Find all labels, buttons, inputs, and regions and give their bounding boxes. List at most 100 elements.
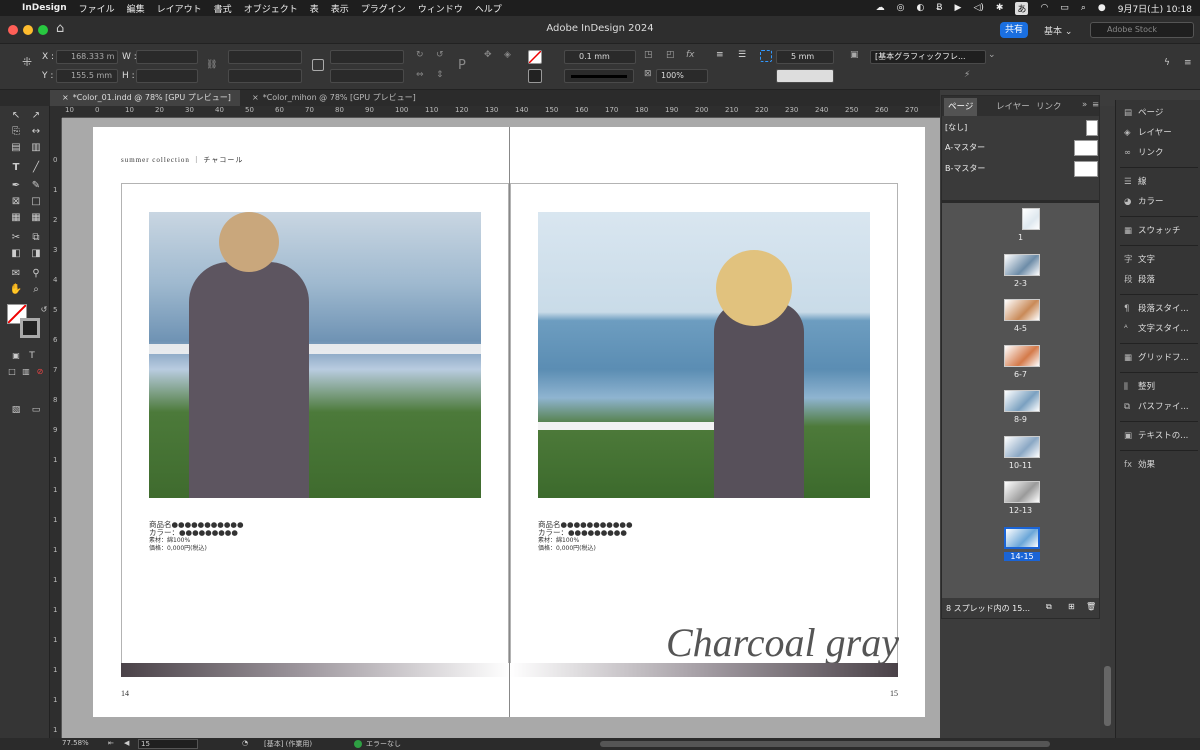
link-icon[interactable] — [312, 59, 324, 71]
spread-thumbnail[interactable] — [1004, 299, 1040, 321]
master-a[interactable]: A-マスター — [945, 142, 985, 153]
document-canvas[interactable]: summer collection ｜ チャコール 商品名●●●●●●●●●●●… — [62, 118, 940, 738]
gap-tool-icon[interactable]: ↔ — [28, 124, 44, 140]
menu-plugins[interactable]: プラグイン — [361, 2, 406, 15]
lightning-icon[interactable]: ϟ — [1164, 58, 1170, 68]
clock[interactable]: 9月7日(土) 10:18 — [1118, 2, 1192, 15]
align-icon[interactable]: ☰ — [738, 50, 746, 60]
menu-table[interactable]: 表 — [310, 2, 319, 15]
object-style-icon[interactable]: ▣ — [850, 50, 859, 60]
share-button[interactable]: 共有 — [1000, 22, 1028, 38]
dock-item-character-styles[interactable]: ᴬ 文字スタイ... — [1124, 322, 1189, 334]
panel-menu-icon[interactable]: ≡ — [1092, 100, 1099, 110]
dock-item-color[interactable]: ◕ カラー — [1124, 195, 1164, 207]
page-15[interactable]: 商品名●●●●●●●●●●● カラー：●●●●●●●●● 素材：綿100% 価格… — [509, 127, 925, 717]
gradient-feather-tool-icon[interactable]: ◨ — [28, 246, 44, 262]
dock-item-pages[interactable]: ▤ ページ — [1124, 106, 1163, 118]
tab-pages[interactable]: ページ — [944, 98, 978, 116]
select-content-icon[interactable]: ◈ — [504, 50, 511, 60]
rectangle-frame-tool-icon[interactable]: ⊠ — [8, 194, 24, 210]
siri-icon[interactable]: ● — [1098, 3, 1106, 13]
scroll-thumb[interactable] — [1104, 666, 1111, 726]
type-tool-icon[interactable]: T — [8, 160, 24, 176]
dock-item-paragraph-styles[interactable]: ¶ 段落スタイ... — [1124, 302, 1189, 314]
preflight-status[interactable]: エラーなし — [366, 739, 401, 749]
master-b[interactable]: B-マスター — [945, 163, 985, 174]
object-style-select[interactable]: [基本グラフィックフレ... — [870, 50, 986, 64]
rotate-cw-icon[interactable]: ↻ — [416, 50, 424, 60]
master-a-thumb[interactable] — [1074, 140, 1098, 156]
spread-1[interactable]: 1 — [942, 208, 1099, 250]
spread-2-3[interactable]: 2-3 — [942, 253, 1099, 296]
formatting-text-icon[interactable]: T — [24, 348, 40, 364]
rotation-input[interactable] — [330, 50, 404, 64]
ruler-origin[interactable] — [50, 106, 62, 118]
stroke-type-select[interactable] — [564, 69, 634, 83]
scale-x-input[interactable] — [228, 50, 302, 64]
menu-view[interactable]: 表示 — [331, 2, 349, 15]
shadow-icon[interactable]: ◰ — [666, 50, 675, 60]
spread-12-13[interactable]: 12-13 — [942, 481, 1099, 523]
frame-fitting-select[interactable] — [776, 69, 834, 83]
menu-object[interactable]: オブジェクト — [244, 2, 298, 15]
text-wrap-icon[interactable]: ≡ — [716, 50, 724, 60]
eyedropper-tool-icon[interactable]: ⚲ — [28, 266, 44, 282]
master-none[interactable]: [なし] — [945, 122, 967, 133]
fill-swatch[interactable] — [528, 50, 542, 64]
zoom-tool-icon[interactable]: ⌕ — [28, 282, 44, 298]
dock-item-grid-format[interactable]: ▦ グリッドフ... — [1124, 351, 1189, 363]
cloud-icon[interactable]: ☁ — [876, 3, 885, 13]
screen-mode-icon[interactable]: ▧ — [8, 402, 24, 418]
line-tool-icon[interactable]: ╱ — [28, 160, 44, 176]
dock-item-text-wrap[interactable]: ▣ テキストの... — [1124, 429, 1188, 441]
pencil-tool-icon[interactable]: ✎ — [28, 178, 44, 194]
wifi-icon[interactable]: ◠ — [1040, 3, 1048, 13]
flip-vertical-icon[interactable]: ⇕ — [436, 70, 444, 80]
play-icon[interactable]: ▶ — [955, 3, 962, 13]
rotate-ccw-icon[interactable]: ↺ — [436, 50, 444, 60]
content-placer-icon[interactable]: ▥ — [28, 140, 44, 156]
spread-thumbnail[interactable] — [1004, 390, 1040, 412]
spread-thumbnail[interactable] — [1004, 481, 1040, 503]
spread-thumbnail[interactable] — [1004, 253, 1040, 276]
dock-item-align[interactable]: ⫼ 整列 — [1124, 380, 1155, 392]
flip-horizontal-icon[interactable]: ⇔ — [416, 70, 424, 80]
text-grid-tool-icon[interactable]: ▦ — [28, 210, 44, 226]
fx-icon[interactable]: fx — [686, 50, 695, 60]
dock-item-stroke[interactable]: ☰ 線 — [1124, 175, 1147, 187]
dock-item-links[interactable]: ∞ リンク — [1124, 146, 1164, 158]
zoom-level[interactable]: 77.58% — [62, 739, 89, 747]
scissors-tool-icon[interactable]: ✂ — [8, 230, 24, 246]
dock-item-effects[interactable]: fx 効果 — [1124, 458, 1155, 470]
master-none-thumb[interactable] — [1086, 120, 1098, 136]
opacity-icon[interactable]: ⊠ — [644, 69, 652, 79]
tab-color-mihon[interactable]: × *Color_mihon @ 78% [GPU プレビュー] — [240, 90, 420, 106]
spread-10-11[interactable]: 10-11 — [942, 435, 1099, 478]
vertical-scrollbar[interactable] — [1100, 106, 1115, 738]
bluetooth-icon[interactable]: ✱ — [996, 3, 1004, 13]
gradient-band-left[interactable] — [121, 663, 509, 677]
selection-tool-icon[interactable]: ↖ — [8, 108, 24, 124]
frame-grid-tool-icon[interactable]: ▦ — [8, 210, 24, 226]
y-input[interactable]: 155.5 mm — [56, 69, 118, 83]
dock-item-swatches[interactable]: ▦ スウォッチ — [1124, 224, 1181, 236]
stroke-weight-input[interactable]: 0.1 mm — [564, 50, 636, 64]
panel-menu-icon[interactable]: ≡ — [1184, 58, 1192, 68]
horizontal-scrollbar[interactable] — [600, 741, 1050, 747]
preview-mode-icon[interactable]: ▭ — [28, 402, 44, 418]
dock-item-paragraph[interactable]: 段段落 — [1124, 273, 1155, 285]
product-spec-left[interactable]: 商品名●●●●●●●●●●● カラー：●●●●●●●●● 素材：綿100% 価格… — [149, 521, 244, 553]
menu-help[interactable]: ヘルプ — [475, 2, 502, 15]
pen-tool-icon[interactable]: ✒ — [8, 178, 24, 194]
quick-apply-icon[interactable]: ⚡ — [964, 70, 970, 80]
tab-layers[interactable]: レイヤー — [996, 100, 1030, 112]
behance-icon[interactable]: Ƀ — [936, 3, 942, 13]
tab-color-01[interactable]: × *Color_01.indd @ 78% [GPU プレビュー] — [50, 90, 240, 106]
auto-fit-icon[interactable] — [760, 50, 772, 62]
new-page-icon[interactable]: ⊞ — [1068, 602, 1075, 611]
close-tab-icon[interactable]: × — [252, 93, 259, 102]
spread-thumbnail[interactable] — [1004, 526, 1040, 549]
stroke-color-swatch[interactable] — [20, 318, 40, 338]
delete-page-icon[interactable]: 🗑 — [1086, 602, 1096, 611]
control-center-icon[interactable]: ▭ — [1060, 3, 1069, 13]
